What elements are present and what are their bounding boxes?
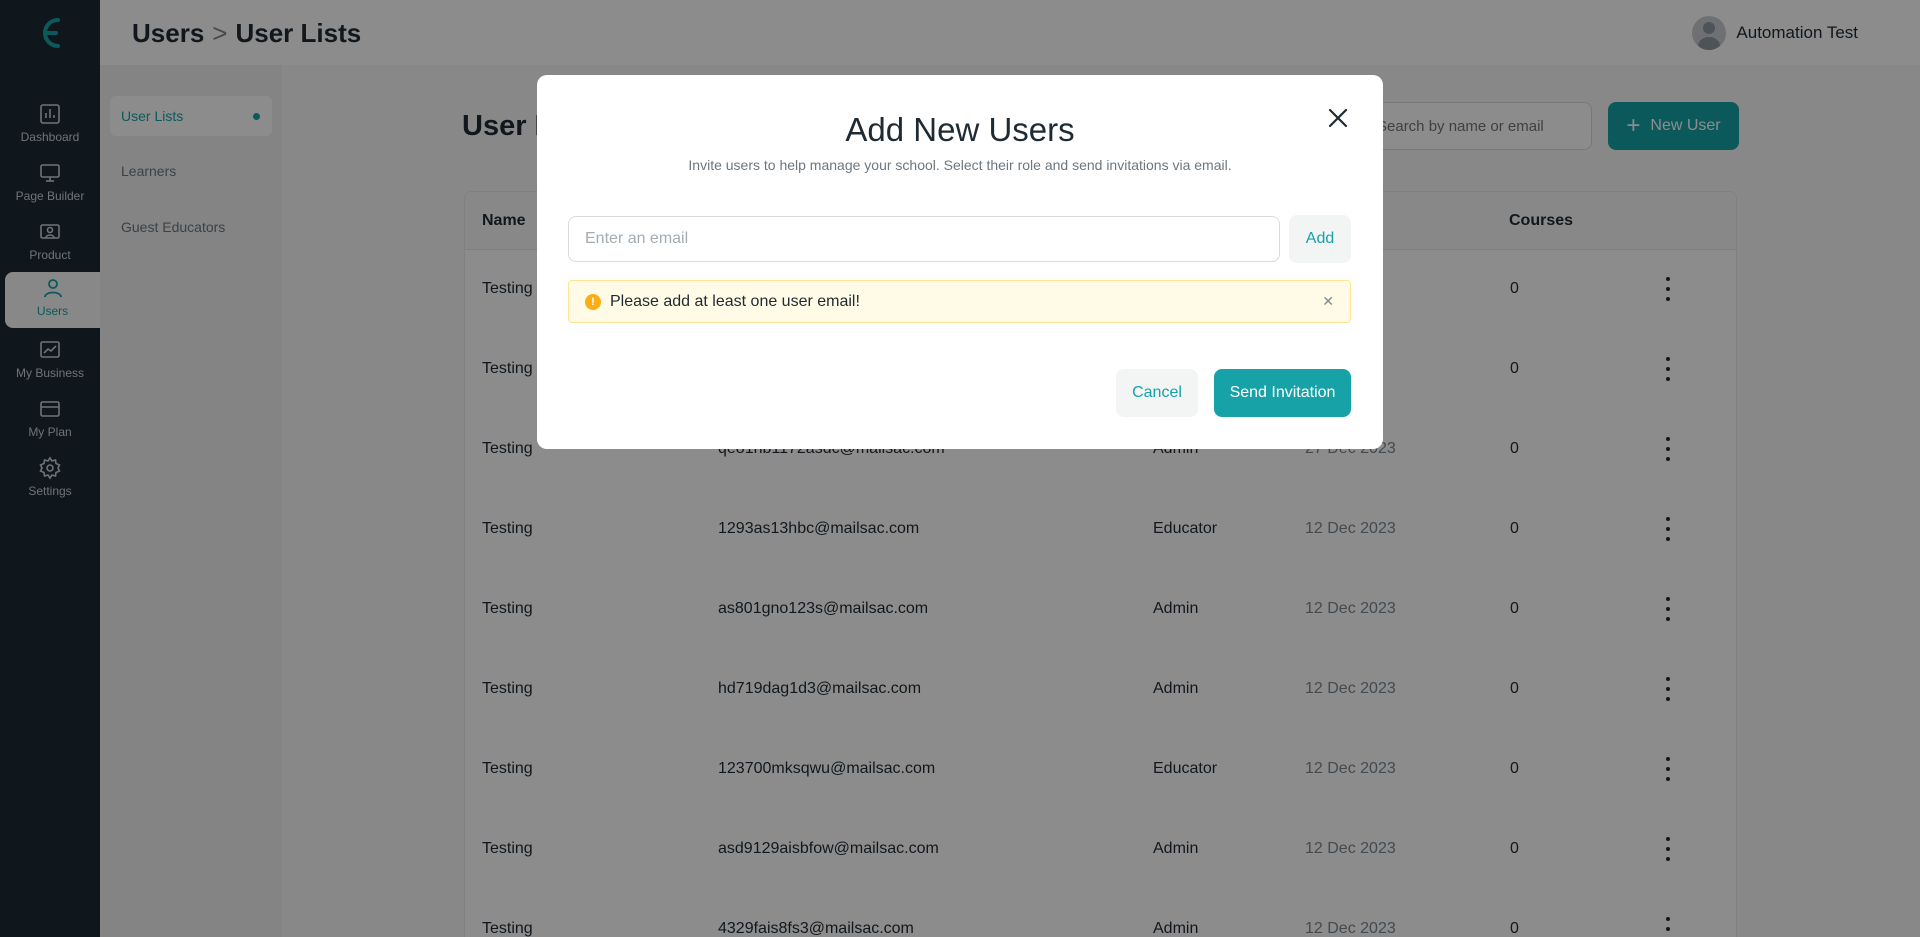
cancel-button[interactable]: Cancel [1116,369,1198,417]
send-invitation-button[interactable]: Send Invitation [1214,369,1351,417]
alert-message: Please add at least one user email! [610,292,860,310]
warning-icon: ! [585,293,601,310]
modal-subtitle: Invite users to help manage your school.… [688,157,1232,173]
email-field[interactable] [568,216,1280,262]
add-email-button[interactable]: Add [1289,215,1351,263]
modal-title: Add New Users [845,111,1075,148]
close-icon[interactable] [1325,105,1351,131]
add-users-modal: Add New Users Invite users to help manag… [537,75,1383,449]
warning-alert: ! Please add at least one user email! ✕ [568,280,1351,323]
close-alert-icon[interactable]: ✕ [1322,293,1334,310]
